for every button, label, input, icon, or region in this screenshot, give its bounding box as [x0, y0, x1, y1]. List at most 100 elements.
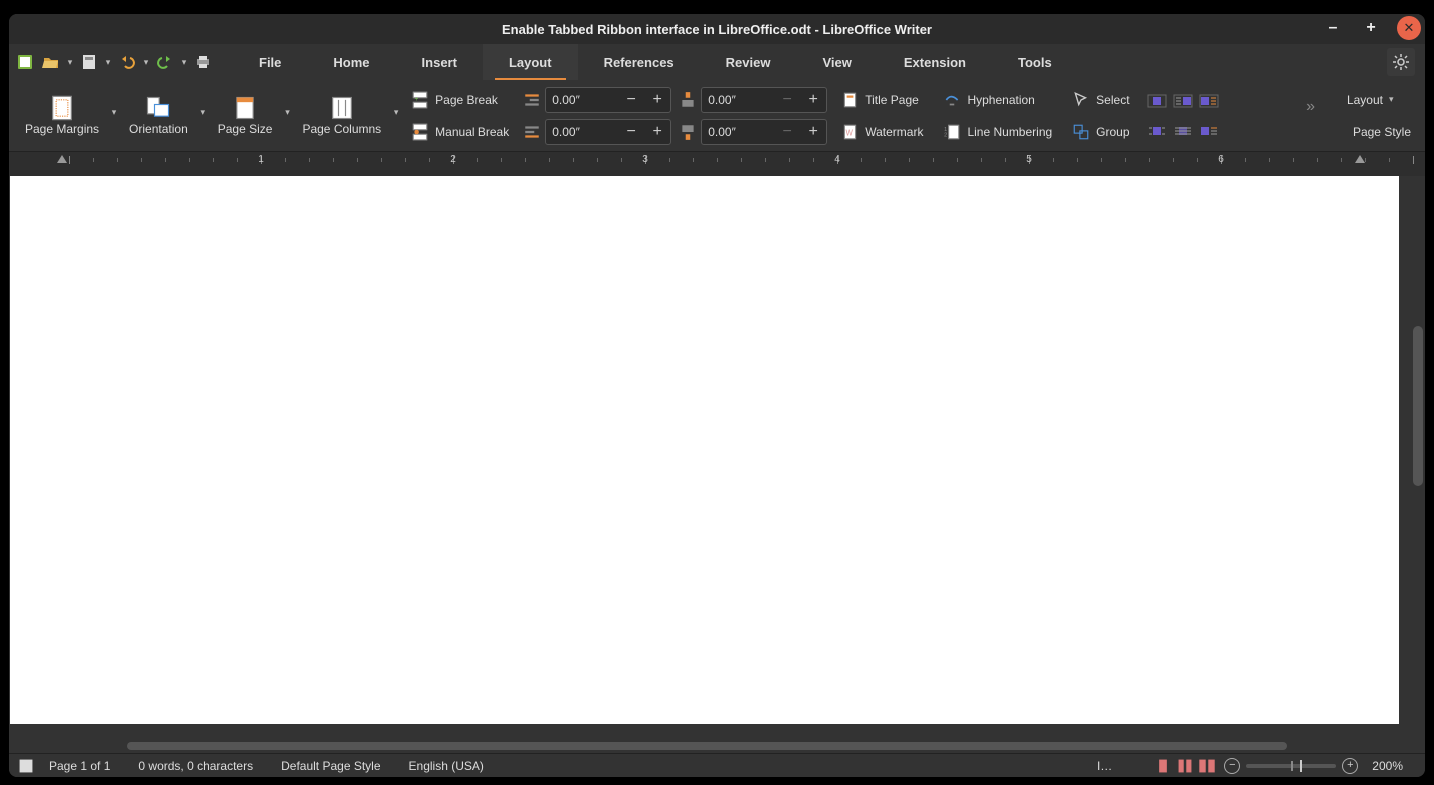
- tab-insert[interactable]: Insert: [396, 44, 483, 80]
- manual-break-button[interactable]: Manual Break: [407, 118, 513, 146]
- tab-extension[interactable]: Extension: [878, 44, 992, 80]
- orientation-dropdown-icon[interactable]: ▾: [198, 82, 208, 142]
- indent-left-input[interactable]: [546, 93, 618, 107]
- wrap-through-icon[interactable]: [1172, 122, 1194, 140]
- horizontal-scrollbar[interactable]: [9, 739, 1425, 753]
- page-margins-dropdown-icon[interactable]: ▾: [109, 82, 119, 142]
- indent-right-icon: [523, 123, 541, 141]
- tab-review[interactable]: Review: [700, 44, 797, 80]
- spacing-after-plus-icon[interactable]: +: [800, 120, 826, 144]
- indent-right-spin[interactable]: − +: [545, 119, 671, 145]
- line-numbering-button[interactable]: 12 Line Numbering: [939, 118, 1056, 146]
- page-margins-button[interactable]: Page Margins: [23, 94, 101, 138]
- page-size-button[interactable]: Page Size: [216, 94, 275, 138]
- status-language[interactable]: English (USA): [395, 754, 498, 777]
- cursor-icon: [1072, 91, 1090, 109]
- indent-right-input[interactable]: [546, 125, 618, 139]
- orientation-button[interactable]: Orientation: [127, 94, 190, 138]
- indent-left-plus-icon[interactable]: +: [644, 88, 670, 112]
- menubar: ▾ ▾ ▾ ▾ File Home Insert Layout Referenc…: [9, 44, 1425, 80]
- print-icon[interactable]: [191, 50, 215, 74]
- page-style-button[interactable]: Page Style: [1343, 119, 1415, 145]
- page-size-icon: [231, 96, 259, 120]
- spacing-after-minus-icon[interactable]: −: [774, 120, 800, 144]
- select-button[interactable]: Select: [1068, 86, 1133, 114]
- document-area: [9, 176, 1425, 753]
- tab-layout[interactable]: Layout: [483, 44, 578, 80]
- page-break-button[interactable]: + Page Break: [407, 86, 513, 114]
- wrap-after-icon[interactable]: [1198, 92, 1220, 110]
- line-numbering-icon: 12: [943, 123, 961, 141]
- spacing-after-input[interactable]: [702, 125, 774, 139]
- book-view-icon[interactable]: [1198, 758, 1216, 774]
- indent-marker-right[interactable]: [1355, 155, 1365, 163]
- new-doc-icon[interactable]: [13, 50, 37, 74]
- save-dropdown-icon[interactable]: ▾: [103, 57, 113, 68]
- title-page-button[interactable]: Title Page: [837, 86, 927, 114]
- open-dropdown-icon[interactable]: ▾: [65, 57, 75, 68]
- indent-marker-left[interactable]: [57, 155, 67, 163]
- layout-menu-button[interactable]: Layout ▾: [1343, 87, 1415, 113]
- tab-home[interactable]: Home: [307, 44, 395, 80]
- tab-references[interactable]: References: [578, 44, 700, 80]
- ribbon-overflow-icon[interactable]: »: [1306, 98, 1315, 116]
- tab-file[interactable]: File: [233, 44, 307, 80]
- zoom-slider-knob[interactable]: [1300, 760, 1302, 772]
- save-status-icon[interactable]: [17, 757, 35, 775]
- page-size-dropdown-icon[interactable]: ▾: [282, 82, 292, 142]
- spacing-after-icon: [679, 123, 697, 141]
- tab-view[interactable]: View: [796, 44, 877, 80]
- zoom-slider[interactable]: [1246, 764, 1336, 768]
- tab-tools[interactable]: Tools: [992, 44, 1078, 80]
- status-page[interactable]: Page 1 of 1: [35, 754, 124, 777]
- open-doc-icon[interactable]: [39, 50, 63, 74]
- spacing-after-spin[interactable]: − +: [701, 119, 827, 145]
- spacing-before-spin[interactable]: − +: [701, 87, 827, 113]
- spacing-before-plus-icon[interactable]: +: [800, 88, 826, 112]
- status-zoom[interactable]: 200%: [1366, 754, 1417, 777]
- group-button[interactable]: Group: [1068, 118, 1133, 146]
- spacing-before-input[interactable]: [702, 93, 774, 107]
- status-words[interactable]: 0 words, 0 characters: [124, 754, 267, 777]
- horizontal-scroll-thumb[interactable]: [127, 742, 1287, 750]
- horizontal-ruler[interactable]: 123456: [9, 152, 1425, 176]
- minimize-button[interactable]: –: [1321, 16, 1345, 40]
- wrap-before-icon[interactable]: [1172, 92, 1194, 110]
- page-margins-icon: [48, 96, 76, 120]
- save-doc-icon[interactable]: [77, 50, 101, 74]
- wrap-optimal-icon[interactable]: [1198, 122, 1220, 140]
- status-style[interactable]: Default Page Style: [267, 754, 394, 777]
- zoom-in-icon[interactable]: +: [1342, 758, 1358, 774]
- maximize-button[interactable]: +: [1359, 16, 1383, 40]
- redo-icon[interactable]: [153, 50, 177, 74]
- page-columns-dropdown-icon[interactable]: ▾: [391, 82, 401, 142]
- wrap-parallel-icon[interactable]: [1146, 122, 1168, 140]
- watermark-button[interactable]: W Watermark: [837, 118, 927, 146]
- zoom-control: − +: [1224, 758, 1358, 774]
- page-canvas[interactable]: [10, 176, 1399, 724]
- single-page-view-icon[interactable]: [1154, 758, 1172, 774]
- close-button[interactable]: ✕: [1397, 16, 1421, 40]
- spacing-before-minus-icon[interactable]: −: [774, 88, 800, 112]
- hyphenation-button[interactable]: Hyphenation: [939, 86, 1056, 114]
- zoom-out-icon[interactable]: −: [1224, 758, 1240, 774]
- multi-page-view-icon[interactable]: [1176, 758, 1194, 774]
- redo-dropdown-icon[interactable]: ▾: [179, 57, 189, 68]
- window-controls: – + ✕: [1321, 16, 1421, 40]
- indent-left-spin[interactable]: − +: [545, 87, 671, 113]
- indent-right-minus-icon[interactable]: −: [618, 120, 644, 144]
- settings-gear-icon[interactable]: [1387, 48, 1415, 76]
- svg-text:+: +: [415, 96, 419, 103]
- undo-dropdown-icon[interactable]: ▾: [141, 57, 151, 68]
- vertical-scrollbar[interactable]: [1409, 176, 1425, 736]
- indent-right-plus-icon[interactable]: +: [644, 120, 670, 144]
- undo-icon[interactable]: [115, 50, 139, 74]
- vertical-scroll-thumb[interactable]: [1413, 326, 1423, 486]
- wrap-none-icon[interactable]: [1146, 92, 1168, 110]
- page-columns-button[interactable]: Page Columns: [300, 94, 383, 138]
- indent-left-minus-icon[interactable]: −: [618, 88, 644, 112]
- wrap-row-2: [1146, 122, 1220, 140]
- status-insert-mode[interactable]: I…: [1083, 754, 1126, 777]
- status-bar: Page 1 of 1 0 words, 0 characters Defaul…: [9, 753, 1425, 777]
- layout-menu-dropdown-icon: ▾: [1389, 94, 1394, 105]
